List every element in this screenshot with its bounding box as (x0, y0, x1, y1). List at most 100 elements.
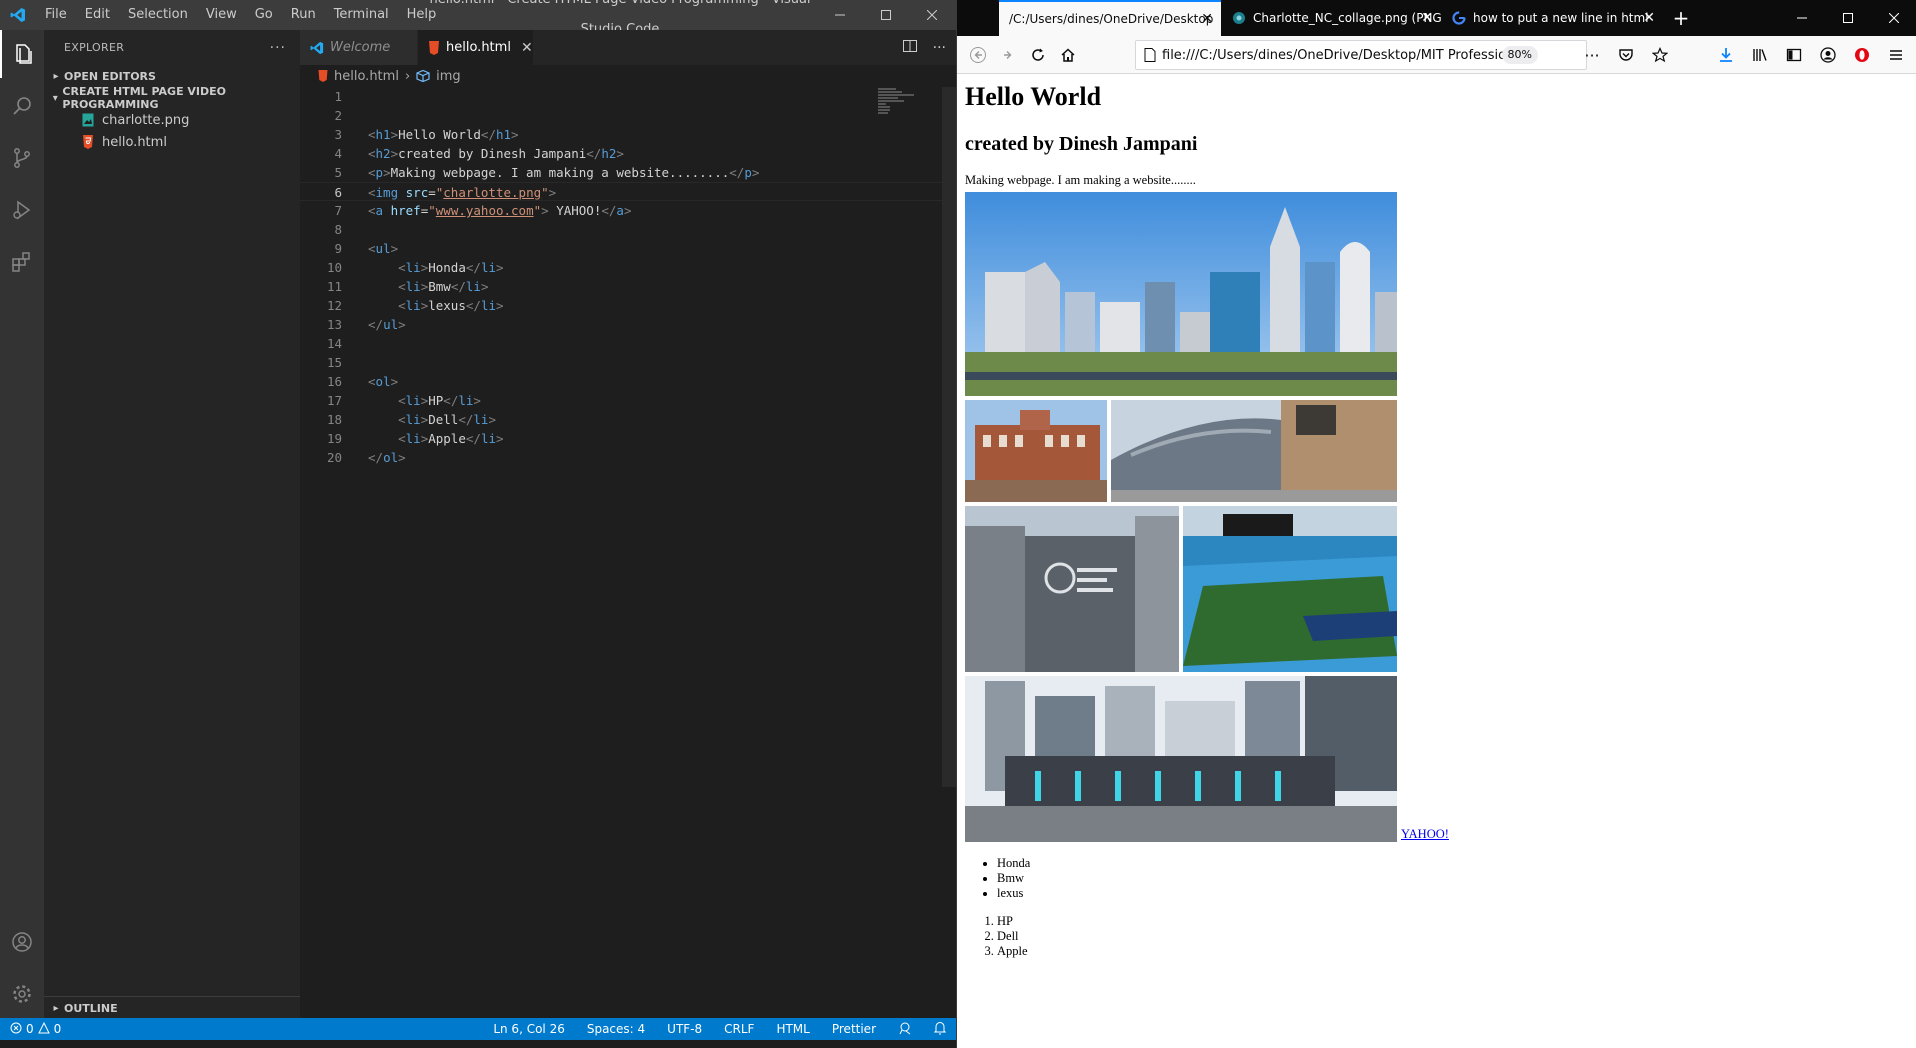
code-text: <li>lexus</li> (398, 298, 504, 313)
code-line[interactable]: 13 </ul> (300, 315, 956, 334)
breadcrumb-symbol[interactable]: img (436, 69, 461, 84)
code-line[interactable]: 6 <img src="charlotte.png"> (300, 182, 956, 201)
feedback-icon[interactable] (898, 1021, 912, 1038)
line-number: 4 (334, 146, 342, 161)
tab-hello-html[interactable]: hello.html ✕ (418, 30, 534, 65)
language-mode[interactable]: HTML (776, 1022, 809, 1036)
formatter[interactable]: Prettier (832, 1022, 876, 1036)
minimap[interactable] (878, 87, 950, 147)
menu-selection[interactable]: Selection (119, 0, 197, 30)
project-folder[interactable]: ▾ CREATE HTML PAGE VIDEO PROGRAMMING (44, 85, 300, 111)
code-line[interactable]: 17 <li>HP</li> (300, 391, 956, 410)
browser-tab-local-file[interactable]: /C:/Users/dines/OneDrive/Desktop ✕ (999, 0, 1221, 36)
code-line[interactable]: 2 (300, 106, 956, 125)
close-tab-icon[interactable]: ✕ (1643, 10, 1655, 26)
library-icon[interactable] (1745, 40, 1775, 70)
url-bar[interactable]: file:///C:/Users/dines/OneDrive/Desktop/… (1135, 40, 1587, 70)
open-editors-section[interactable]: ▸ OPEN EDITORS (44, 65, 300, 87)
encoding[interactable]: UTF-8 (667, 1022, 702, 1036)
run-debug-icon[interactable] (0, 186, 44, 234)
breadcrumb-file[interactable]: hello.html (334, 69, 399, 84)
close-tab-icon[interactable]: ✕ (1201, 11, 1213, 27)
yahoo-link[interactable]: YAHOO! (1401, 827, 1449, 842)
file-item-hello[interactable]: hello.html (44, 131, 300, 153)
code-line[interactable]: 9 <ul> (300, 239, 956, 258)
code-line[interactable]: 7 <a href="www.yahoo.com"> YAHOO!</a> (300, 201, 956, 220)
settings-gear-icon[interactable] (0, 970, 44, 1018)
pocket-icon[interactable] (1611, 40, 1641, 70)
menu-run[interactable]: Run (282, 0, 325, 30)
notifications-bell-icon[interactable] (933, 1021, 947, 1038)
home-icon[interactable] (1053, 40, 1083, 70)
code-line[interactable]: 15 (300, 353, 956, 372)
page-actions-icon[interactable]: ··· (1577, 40, 1607, 70)
explorer-icon[interactable] (0, 30, 44, 78)
more-actions-icon[interactable]: ··· (933, 40, 946, 56)
menu-edit[interactable]: Edit (76, 0, 119, 30)
code-line[interactable]: 1 (300, 87, 956, 106)
line-ending[interactable]: CRLF (724, 1022, 754, 1036)
accounts-icon[interactable] (0, 918, 44, 966)
minimize-button[interactable] (818, 0, 862, 30)
code-line[interactable]: 12 <li>lexus</li> (300, 296, 956, 315)
code-line[interactable]: 5 <p>Making webpage. I am making a websit… (300, 163, 956, 182)
code-line[interactable]: 14 (300, 334, 956, 353)
code-line[interactable]: 10 <li>Honda</li> (300, 258, 956, 277)
code-line[interactable]: 18 <li>Dell</li> (300, 410, 956, 429)
error-count: 0 (26, 1022, 34, 1036)
code-line[interactable]: 8 (300, 220, 956, 239)
back-arrow-icon[interactable] (963, 40, 993, 70)
zoom-indicator[interactable]: 80% (1501, 46, 1538, 64)
code-editor[interactable]: 1 2 3 <h1>Hello World</h1> 4 <h2>created by D… (300, 87, 956, 467)
menu-view[interactable]: View (197, 0, 246, 30)
outline-section[interactable]: ▸ OUTLINE (44, 996, 300, 1018)
vscode-logo-icon (0, 0, 36, 30)
sidebar-toggle-icon[interactable] (1779, 40, 1809, 70)
cursor-position[interactable]: Ln 6, Col 26 (493, 1022, 565, 1036)
maximize-button[interactable] (864, 0, 908, 30)
close-window-button[interactable] (910, 0, 954, 30)
code-line[interactable]: 4 <h2>created by Dinesh Jampani</h2> (300, 144, 956, 163)
indentation[interactable]: Spaces: 4 (587, 1022, 645, 1036)
line-number: 13 (326, 317, 342, 332)
browser-tab-google[interactable]: how to put a new line in html ✕ (1441, 0, 1663, 36)
hamburger-menu-icon[interactable] (1881, 40, 1911, 70)
forward-arrow-icon[interactable] (993, 40, 1023, 70)
file-item-charlotte[interactable]: charlotte.png (44, 109, 300, 131)
close-window-button[interactable] (1871, 0, 1916, 36)
explorer-title: EXPLORER (64, 41, 125, 54)
search-icon[interactable] (0, 82, 44, 130)
maximize-button[interactable] (1825, 0, 1871, 36)
problems-status[interactable]: 0 0 (0, 1021, 62, 1037)
list-item: Honda (997, 856, 1905, 871)
account-icon[interactable] (1813, 40, 1843, 70)
menu-terminal[interactable]: Terminal (325, 0, 398, 30)
bookmark-star-icon[interactable] (1645, 40, 1675, 70)
list-item: lexus (997, 886, 1905, 901)
extensions-icon[interactable] (0, 238, 44, 286)
browser-tab-collage[interactable]: Charlotte_NC_collage.png (PNG ✕ (1221, 0, 1441, 36)
code-line[interactable]: 20 </ol> (300, 448, 956, 467)
explorer-header: EXPLORER ··· (44, 30, 300, 65)
menu-go[interactable]: Go (246, 0, 282, 30)
more-actions-icon[interactable]: ··· (270, 40, 286, 56)
code-line[interactable]: 3 <h1>Hello World</h1> (300, 125, 956, 144)
downloads-icon[interactable] (1711, 40, 1741, 70)
tab-welcome[interactable]: Welcome (300, 30, 418, 65)
close-tab-icon[interactable]: ✕ (1421, 10, 1433, 26)
opera-extension-icon[interactable] (1847, 40, 1877, 70)
warning-count: 0 (53, 1022, 62, 1036)
code-line[interactable]: 11 <li>Bmw</li> (300, 277, 956, 296)
code-line[interactable]: 19 <li>Apple</li> (300, 429, 956, 448)
split-editor-icon[interactable] (902, 39, 917, 57)
close-tab-icon[interactable]: ✕ (521, 40, 533, 56)
code-line[interactable]: 16 <ol> (300, 372, 956, 391)
minimize-button[interactable] (1779, 0, 1825, 36)
rendered-page: Hello World created by Dinesh Jampani Ma… (965, 82, 1905, 959)
page-info-icon[interactable] (1144, 48, 1156, 62)
source-control-icon[interactable] (0, 134, 44, 182)
editor-scrollbar[interactable] (942, 87, 956, 787)
new-tab-button[interactable]: + (1663, 0, 1699, 36)
menu-file[interactable]: File (36, 0, 76, 30)
reload-icon[interactable] (1023, 40, 1053, 70)
